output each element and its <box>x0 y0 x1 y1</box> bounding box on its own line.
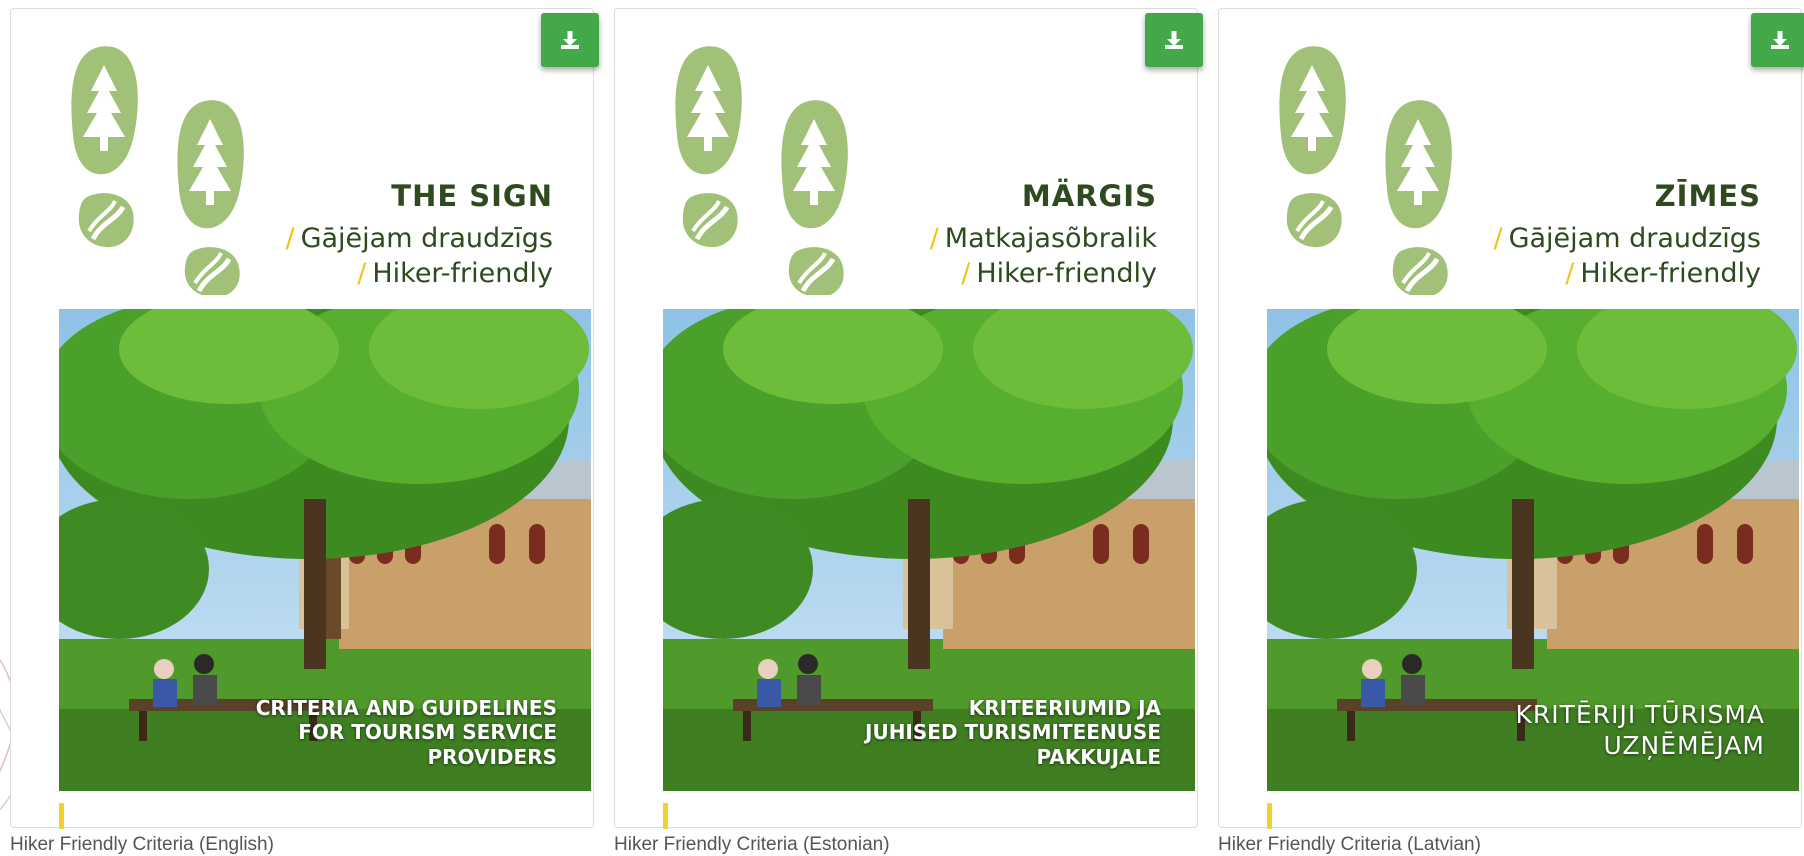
download-icon <box>561 31 579 49</box>
caption-line: PROVIDERS <box>427 744 557 769</box>
caption-line: KRITĒRIJI TŪRISMA <box>1515 700 1765 729</box>
caption-line: CRITERIA AND GUIDELINES <box>255 695 557 720</box>
sign-subtitle-line-1: / Gājējam draudzīgs <box>1493 223 1761 254</box>
subtitle-text: Gājējam draudzīgs <box>1508 223 1761 254</box>
yellow-accent-bar <box>59 803 64 829</box>
sign-subtitle-line-2: / Hiker-friendly <box>357 258 553 289</box>
document-gallery: THE SIGN / Gājējam draudzīgs / Hiker-frien… <box>0 0 1804 856</box>
document-title-latvian[interactable]: Hiker Friendly Criteria (Latvian) <box>1218 834 1481 856</box>
subtitle-text: Hiker-friendly <box>976 258 1157 289</box>
sign-title: THE SIGN <box>391 179 553 213</box>
cover-caption: CRITERIA AND GUIDELINES FOR TOURISM SERV… <box>97 696 557 769</box>
caption-line: UZŅĒMĒJAM <box>1603 730 1765 760</box>
subtitle-text: Hiker-friendly <box>372 258 553 289</box>
yellow-accent-bar <box>1267 803 1272 829</box>
cover-photo: KRITĒRIJI TŪRISMA UZŅĒMĒJAM <box>1267 309 1799 791</box>
cover-caption: KRITEERIUMID JA JUHISED TURISMITEENUSE P… <box>701 696 1161 769</box>
footprints-logo <box>71 46 244 295</box>
sign-title: MÄRGIS <box>1021 179 1157 213</box>
yellow-accent-bar <box>663 803 668 829</box>
download-button[interactable] <box>541 13 599 67</box>
subtitle-text: Gājējam draudzīgs <box>300 223 553 254</box>
sign-subtitle-line-1: / Matkajasõbralik <box>929 223 1157 254</box>
cover-caption: KRITĒRIJI TŪRISMA UZŅĒMĒJAM <box>1305 700 1765 761</box>
document-title-english[interactable]: Hiker Friendly Criteria (English) <box>10 834 274 856</box>
download-icon <box>1165 31 1183 49</box>
download-button[interactable] <box>1145 13 1203 67</box>
caption-line: KRITEERIUMID JA <box>968 695 1161 720</box>
footprints-logo <box>675 46 848 295</box>
sign-subtitle-line-2: / Hiker-friendly <box>1565 258 1761 289</box>
cover-photo: KRITEERIUMID JA JUHISED TURISMITEENUSE P… <box>663 309 1195 791</box>
cover-photo: CRITERIA AND GUIDELINES FOR TOURISM SERV… <box>59 309 591 791</box>
sign-subtitle-line-2: / Hiker-friendly <box>961 258 1157 289</box>
download-icon <box>1771 31 1789 49</box>
caption-line: JUHISED TURISMITEENUSE <box>865 720 1161 745</box>
document-title-estonian[interactable]: Hiker Friendly Criteria (Estonian) <box>614 834 890 856</box>
sign-subtitle-line-1: / Gājējam draudzīgs <box>285 223 553 254</box>
sign-title: ZĪMES <box>1654 179 1761 213</box>
subtitle-text: Matkajasõbralik <box>944 223 1157 254</box>
subtitle-text: Hiker-friendly <box>1580 258 1761 289</box>
footprints-logo <box>1279 46 1452 295</box>
caption-line: PAKKUJALE <box>1036 744 1161 769</box>
caption-line: FOR TOURISM SERVICE <box>298 720 557 745</box>
download-button[interactable] <box>1751 13 1804 67</box>
document-card-estonian[interactable]: MÄRGIS / Matkajasõbralik / Hiker-friendly <box>614 8 1203 829</box>
document-card-latvian[interactable]: ZĪMES / Gājējam draudzīgs / Hiker-friendly <box>1218 8 1804 829</box>
document-card-english[interactable]: THE SIGN / Gājējam draudzīgs / Hiker-frien… <box>10 8 599 829</box>
